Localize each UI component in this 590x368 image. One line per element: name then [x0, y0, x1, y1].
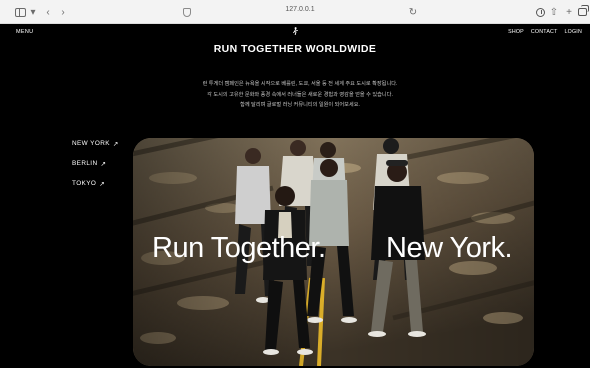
top-nav: SHOP CONTACT LOGIN: [508, 29, 582, 35]
menu-link[interactable]: MENU: [16, 29, 33, 35]
page-title: RUN TOGETHER WORLDWIDE: [213, 43, 377, 55]
city-label: NEW YORK: [72, 140, 110, 147]
address-bar[interactable]: 127.0.0.1: [260, 6, 340, 13]
hero-headline-right: New York.: [386, 232, 513, 264]
runner-logo-icon[interactable]: [293, 27, 298, 35]
forward-icon[interactable]: ›: [58, 5, 68, 19]
intro-text: 런 투게더 캠페인은 뉴욕을 시작으로 베를린, 도쿄, 서울 등 전 세계 주…: [150, 79, 450, 111]
back-icon[interactable]: ‹: [43, 5, 53, 19]
reload-icon[interactable]: ↻: [408, 5, 418, 19]
city-link-tokyo[interactable]: TOKYO ↗: [72, 180, 119, 200]
city-link-new-york[interactable]: NEW YORK ↗: [72, 140, 119, 160]
arrow-up-right-icon: ↗: [112, 141, 119, 148]
intro-line: 함께 달리며 글로벌 러닝 커뮤니티의 일원이 되어보세요.: [240, 102, 360, 108]
intro-line: 런 투게더 캠페인은 뉴욕을 시작으로 베를린, 도쿄, 서울 등 전 세계 주…: [202, 81, 398, 87]
site-header: MENU SHOP CONTACT LOGIN: [0, 24, 590, 44]
download-icon[interactable]: [534, 5, 546, 19]
contact-link[interactable]: CONTACT: [531, 29, 558, 35]
sidebar-icon[interactable]: [12, 5, 28, 19]
chevron-down-icon[interactable]: ▾: [29, 5, 37, 19]
share-icon[interactable]: ⇧: [548, 5, 560, 19]
arrow-up-right-icon: ↗: [100, 161, 107, 168]
browser-toolbar: ▾ ‹ › 127.0.0.1 ↻ ⇧ +: [0, 0, 590, 24]
tabs-icon[interactable]: [576, 5, 589, 19]
city-list: NEW YORK ↗ BERLIN ↗ TOKYO ↗: [72, 140, 119, 200]
city-link-berlin[interactable]: BERLIN ↗: [72, 160, 119, 180]
shop-link[interactable]: SHOP: [508, 29, 524, 35]
city-label: TOKYO: [72, 180, 97, 187]
hero-image: Run Together. New York.: [133, 138, 534, 366]
login-link[interactable]: LOGIN: [565, 29, 582, 35]
hero-headline-left: Run Together.: [152, 232, 326, 264]
city-label: BERLIN: [72, 160, 98, 167]
intro-line: 각 도시의 고유한 문화와 풍경 속에서 러너들은 새로운 경험과 영감을 얻을…: [207, 91, 393, 98]
plus-icon[interactable]: +: [563, 5, 575, 19]
shield-icon[interactable]: [181, 5, 193, 19]
arrow-up-right-icon: ↗: [99, 181, 106, 188]
